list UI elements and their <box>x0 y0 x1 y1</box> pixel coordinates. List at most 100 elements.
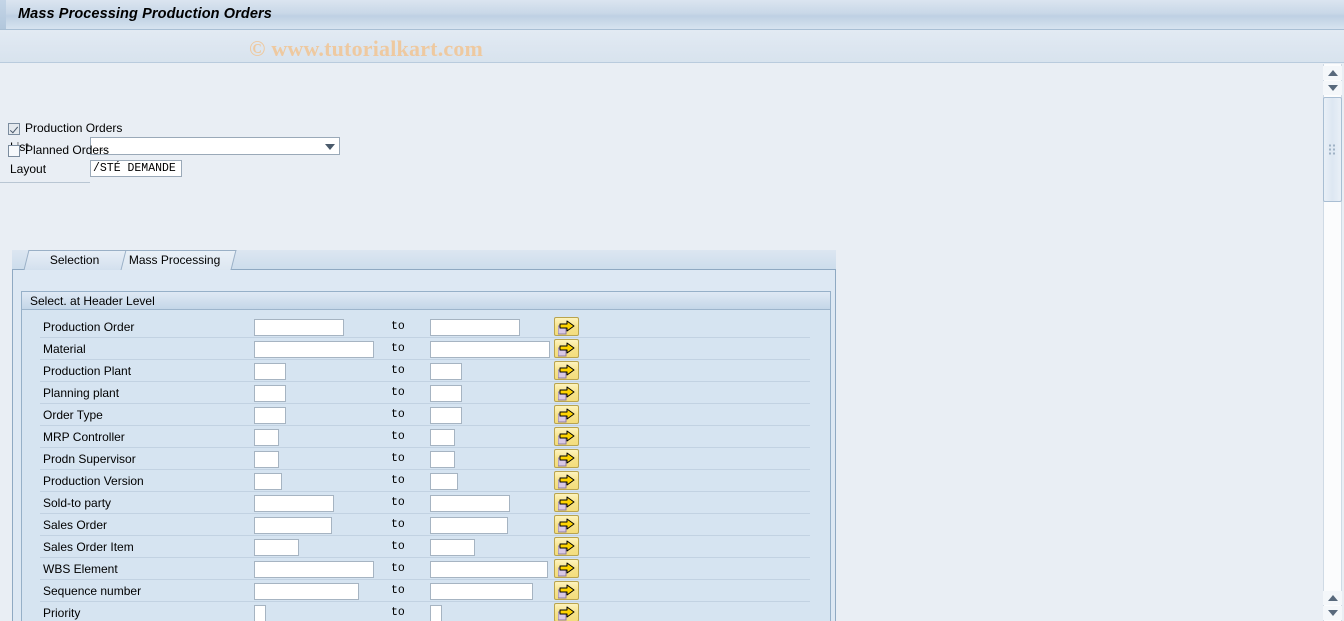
selection-row: Priority to <box>22 602 828 621</box>
selection-from-input[interactable] <box>254 341 374 358</box>
tab-selection-label: Selection <box>50 253 100 267</box>
multiple-selection-button[interactable] <box>554 493 579 512</box>
to-word: to <box>391 540 405 553</box>
selection-to-input[interactable] <box>430 385 462 402</box>
to-word: to <box>391 342 405 355</box>
selection-from-input[interactable] <box>254 583 359 600</box>
tab-strip: Selection Mass Processing <box>12 250 836 270</box>
selection-to-input[interactable] <box>430 605 442 621</box>
multiple-selection-button[interactable] <box>554 339 579 358</box>
multiple-selection-button[interactable] <box>554 405 579 424</box>
scroll-down-button-secondary[interactable] <box>1323 606 1342 620</box>
selection-from-input[interactable] <box>254 539 299 556</box>
to-word: to <box>391 606 405 619</box>
selection-to-input[interactable] <box>430 451 455 468</box>
selection-to-input[interactable] <box>430 561 548 578</box>
to-word: to <box>391 496 405 509</box>
multiple-selection-button[interactable] <box>554 537 579 556</box>
multiple-selection-button[interactable] <box>554 603 579 621</box>
production-orders-checkbox[interactable] <box>8 123 20 135</box>
selection-row-label: Prodn Supervisor <box>43 452 136 466</box>
multiple-selection-button[interactable] <box>554 383 579 402</box>
selection-to-input[interactable] <box>430 319 520 336</box>
tab-mass-processing-label: Mass Processing <box>129 253 221 267</box>
toolbar-band <box>0 30 1344 63</box>
triangle-up-icon-secondary <box>1328 595 1338 601</box>
multiple-selection-button[interactable] <box>554 361 579 380</box>
to-word: to <box>391 474 405 487</box>
selection-to-input[interactable] <box>430 363 462 380</box>
selection-row: Prodn Supervisor to <box>22 448 828 470</box>
tab-mass-processing[interactable]: Mass Processing <box>113 250 237 270</box>
selection-from-input[interactable] <box>254 561 374 578</box>
group-box-title: Select. at Header Level <box>30 294 155 308</box>
work-area: List ... Layout /STÉ DEMANDE Production … <box>0 64 1318 621</box>
selection-to-input[interactable] <box>430 583 533 600</box>
header-level-group-box: Select. at Header Level Production Order… <box>21 291 831 621</box>
scrollbar-thumb-main[interactable] <box>1323 97 1342 202</box>
planned-orders-label: Planned Orders <box>25 143 110 157</box>
tab-selection[interactable]: Selection <box>23 250 127 270</box>
selection-row: Order Type to <box>22 404 828 426</box>
selection-row-label: Planning plant <box>43 386 120 400</box>
selection-tab-panel: Select. at Header Level Production Order… <box>12 269 836 621</box>
to-word: to <box>391 452 405 465</box>
to-word: to <box>391 408 405 421</box>
selection-to-input[interactable] <box>430 517 508 534</box>
selection-to-input[interactable] <box>430 407 462 424</box>
selection-row: Production Plant to <box>22 360 828 382</box>
selection-from-input[interactable] <box>254 385 286 402</box>
to-word: to <box>391 562 405 575</box>
selection-row: Production Order to <box>22 316 828 338</box>
selection-from-input[interactable] <box>254 319 344 336</box>
selection-to-input[interactable] <box>430 429 455 446</box>
to-word: to <box>391 430 405 443</box>
group-box-header: Select. at Header Level <box>22 292 830 310</box>
selection-from-input[interactable] <box>254 429 279 446</box>
layout-input[interactable]: /STÉ DEMANDE <box>90 160 182 177</box>
multiple-selection-button[interactable] <box>554 449 579 468</box>
selection-from-input[interactable] <box>254 517 332 534</box>
selection-to-input[interactable] <box>430 473 458 490</box>
window-title-bar: Mass Processing Production Orders <box>0 0 1344 30</box>
selection-from-input[interactable] <box>254 495 334 512</box>
selection-row: Sales Order Item to <box>22 536 828 558</box>
selection-row: Sold-to party to <box>22 492 828 514</box>
selection-from-input[interactable] <box>254 605 266 621</box>
selection-row: WBS Element to <box>22 558 828 580</box>
multiple-selection-button[interactable] <box>554 471 579 490</box>
selection-row-label: Production Version <box>43 474 144 488</box>
selection-row-label: Sequence number <box>43 584 142 598</box>
selection-row: Production Version to <box>22 470 828 492</box>
production-orders-label: Production Orders <box>25 121 123 135</box>
selection-row-label: WBS Element <box>43 562 118 576</box>
selection-to-input[interactable] <box>430 341 550 358</box>
selection-from-input[interactable] <box>254 407 286 424</box>
page-title: Mass Processing Production Orders <box>18 6 272 22</box>
list-dropdown[interactable]: ... <box>90 137 340 155</box>
scroll-up-button-secondary[interactable] <box>1323 591 1342 605</box>
selection-row: Sequence number to <box>22 580 828 602</box>
planned-orders-checkbox[interactable] <box>8 145 20 157</box>
selection-row-label: Sales Order Item <box>43 540 134 554</box>
selection-row-label: Production Order <box>43 320 135 334</box>
selection-from-input[interactable] <box>254 363 286 380</box>
triangle-down-icon <box>1328 85 1338 91</box>
selection-row-label: Priority <box>43 606 81 620</box>
scroll-up-button[interactable] <box>1323 66 1342 80</box>
selection-from-input[interactable] <box>254 473 282 490</box>
multiple-selection-button[interactable] <box>554 581 579 600</box>
multiple-selection-button[interactable] <box>554 317 579 336</box>
multiple-selection-button[interactable] <box>554 559 579 578</box>
multiple-selection-button[interactable] <box>554 515 579 534</box>
selection-row-label: MRP Controller <box>43 430 125 444</box>
to-word: to <box>391 364 405 377</box>
selection-from-input[interactable] <box>254 451 279 468</box>
selection-to-input[interactable] <box>430 495 510 512</box>
selection-to-input[interactable] <box>430 539 475 556</box>
chevron-down-icon <box>325 144 335 150</box>
scroll-down-button[interactable] <box>1323 81 1342 95</box>
title-bar-accent <box>0 0 6 29</box>
multiple-selection-button[interactable] <box>554 427 579 446</box>
vertical-scrollbar-region <box>1322 64 1344 621</box>
